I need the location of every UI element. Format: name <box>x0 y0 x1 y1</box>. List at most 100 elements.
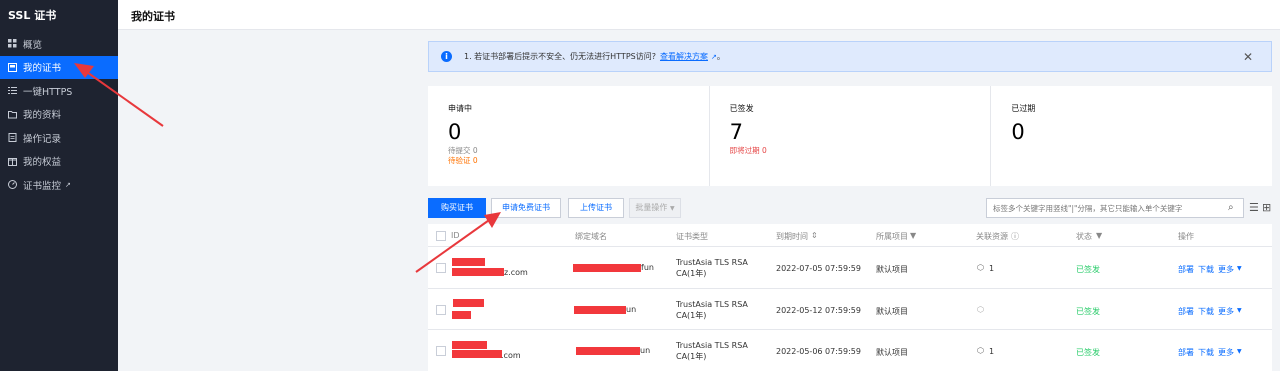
download-link[interactable]: 下载 <box>1198 306 1214 317</box>
col-domain: 绑定域名 <box>575 232 607 241</box>
table-row: un TrustAsia TLS RSA CA(1年) 2022-05-12 0… <box>428 289 1272 330</box>
table-row: z.com fun TrustAsia TLS RSA CA(1年) 2022-… <box>428 247 1272 289</box>
redaction-mark <box>452 350 502 358</box>
select-all-checkbox[interactable] <box>436 231 446 241</box>
sidebar-item-label: 我的证书 <box>23 63 62 75</box>
sidebar-item-operation-log[interactable]: 操作记录 <box>0 126 118 150</box>
sort-icon[interactable]: ⇕ <box>811 231 818 240</box>
download-link[interactable]: 下载 <box>1198 347 1214 358</box>
chevron-down-icon[interactable]: ▼ <box>1237 348 1242 355</box>
status-badge: 已签发 <box>1076 306 1100 316</box>
stat-issued: 已签发 7 即将过期 0 <box>708 86 991 186</box>
certificate-icon <box>7 62 17 72</box>
row-checkbox[interactable] <box>436 263 446 273</box>
col-expiry[interactable]: 到期时间 <box>776 231 808 242</box>
download-link[interactable]: 下载 <box>1198 264 1214 275</box>
sidebar-item-label: 操作记录 <box>23 133 62 145</box>
folder-icon <box>7 109 17 119</box>
grid-view-icon[interactable]: ⊞ <box>1262 201 1271 214</box>
stat-expired: 已过期 0 <box>990 86 1272 186</box>
sidebar: SSL 证书 概览 我的证书 一键HTTPS 我的资料 操作记录 我的权益 证书… <box>0 0 118 371</box>
row-checkbox[interactable] <box>436 346 446 356</box>
chevron-down-icon[interactable]: ▼ <box>1237 265 1242 272</box>
notice-suffix: 。 <box>716 52 725 61</box>
stat-label: 申请中 <box>448 104 472 113</box>
redaction-mark <box>452 341 487 349</box>
chevron-down-icon[interactable]: ▼ <box>1237 307 1242 314</box>
sidebar-item-label: 一键HTTPS <box>23 86 73 98</box>
redaction-mark <box>576 347 640 355</box>
col-id: ID <box>451 231 460 240</box>
monitor-icon <box>7 180 17 190</box>
more-link[interactable]: 更多 <box>1218 264 1234 275</box>
list-view-icon[interactable]: ☰ <box>1249 201 1259 214</box>
filter-icon[interactable]: ▼ <box>910 231 916 240</box>
page-header: 我的证书 <box>118 0 1280 30</box>
table-header: ID 绑定域名 证书类型 到期时间 ⇕ 所属项目 ▼ 关联资源 ⓘ 状态 ▼ 操… <box>428 224 1272 247</box>
cert-expiry: 2022-05-12 07:59:59 <box>776 305 861 315</box>
cert-resource-count[interactable]: 1 <box>989 347 994 356</box>
cert-project: 默认项目 <box>876 265 908 274</box>
buy-certificate-button[interactable]: 购买证书 <box>428 198 486 218</box>
cert-domain: un <box>626 304 637 314</box>
sidebar-item-cert-monitor[interactable]: 证书监控 ↗ <box>0 173 118 197</box>
close-icon[interactable]: ✕ <box>1243 50 1253 64</box>
upload-certificate-button[interactable]: 上传证书 <box>568 198 624 218</box>
status-badge: 已签发 <box>1076 265 1100 274</box>
status-badge: 已签发 <box>1076 348 1100 357</box>
cert-type: TrustAsia TLS RSA CA(1年) <box>676 341 748 361</box>
more-link[interactable]: 更多 <box>1218 306 1234 317</box>
redaction-mark <box>453 298 484 307</box>
cert-type: TrustAsia TLS RSA CA(1年) <box>676 258 748 278</box>
deploy-link[interactable]: 部署 <box>1178 347 1194 358</box>
cert-resource-count[interactable]: 1 <box>989 264 994 273</box>
cert-domain: un <box>640 346 651 355</box>
cert-id[interactable]: z.com <box>504 268 528 277</box>
sidebar-item-my-certificates[interactable]: 我的证书 <box>0 55 118 79</box>
stat-expiring-soon[interactable]: 即将过期 0 <box>730 146 991 156</box>
cert-expiry: 2022-05-06 07:59:59 <box>776 347 861 356</box>
sidebar-item-overview[interactable]: 概览 <box>0 32 118 56</box>
deploy-link[interactable]: 部署 <box>1178 264 1194 275</box>
apply-free-certificate-button[interactable]: 申请免费证书 <box>491 198 561 218</box>
gift-icon <box>7 156 17 166</box>
cert-expiry: 2022-07-05 07:59:59 <box>776 264 861 273</box>
stat-value[interactable]: 7 <box>730 120 991 144</box>
stat-pending-submit[interactable]: 待提交 0 <box>448 146 709 156</box>
sidebar-item-one-click-https[interactable]: 一键HTTPS <box>0 79 118 103</box>
cert-id[interactable]: .com <box>501 351 521 360</box>
deploy-link[interactable]: 部署 <box>1178 306 1194 317</box>
help-icon[interactable]: ⓘ <box>1011 231 1019 242</box>
batch-operation-dropdown[interactable]: 批量操作 ▼ <box>629 198 681 218</box>
stat-pending-verify[interactable]: 待验证 0 <box>448 156 709 166</box>
sidebar-item-label: 概览 <box>23 39 43 51</box>
notice-text: 1. 若证书部署后提示不安全、仍无法进行HTTPS访问? <box>464 52 656 61</box>
sidebar-item-label: 证书监控 <box>23 180 62 192</box>
cert-project: 默认项目 <box>876 306 908 316</box>
search-icon[interactable]: ⌕ <box>1228 202 1234 213</box>
notice-solution-link[interactable]: 查看解决方案 <box>660 51 708 62</box>
table-row: .com un TrustAsia TLS RSA CA(1年) 2022-05… <box>428 330 1272 371</box>
stats-panel: 申请中 0 待提交 0 待验证 0 已签发 7 即将过期 0 已过期 0 <box>428 86 1272 186</box>
cert-type: TrustAsia TLS RSA CA(1年) <box>676 299 748 320</box>
sidebar-brand: SSL 证书 <box>8 9 57 22</box>
redaction-mark <box>573 264 641 272</box>
redaction-mark <box>452 310 471 319</box>
stat-label: 已签发 <box>729 104 754 113</box>
sidebar-item-my-benefits[interactable]: 我的权益 <box>0 150 118 174</box>
sidebar-item-my-profile[interactable]: 我的资料 <box>0 103 118 127</box>
list-icon <box>7 86 17 96</box>
filter-icon[interactable]: ▼ <box>1096 231 1102 240</box>
row-checkbox[interactable] <box>436 304 446 315</box>
external-link-icon: ↗ <box>65 180 71 189</box>
col-type: 证书类型 <box>676 232 708 241</box>
sidebar-item-label: 我的资料 <box>23 110 62 122</box>
more-link[interactable]: 更多 <box>1218 347 1234 358</box>
stat-value[interactable]: 0 <box>448 120 709 144</box>
record-icon <box>7 133 17 143</box>
cert-project: 默认项目 <box>876 348 908 357</box>
stat-label: 已过期 <box>1011 104 1036 113</box>
search-input[interactable] <box>986 198 1244 218</box>
stat-value[interactable]: 0 <box>1011 120 1272 144</box>
page-title: 我的证书 <box>131 10 175 23</box>
